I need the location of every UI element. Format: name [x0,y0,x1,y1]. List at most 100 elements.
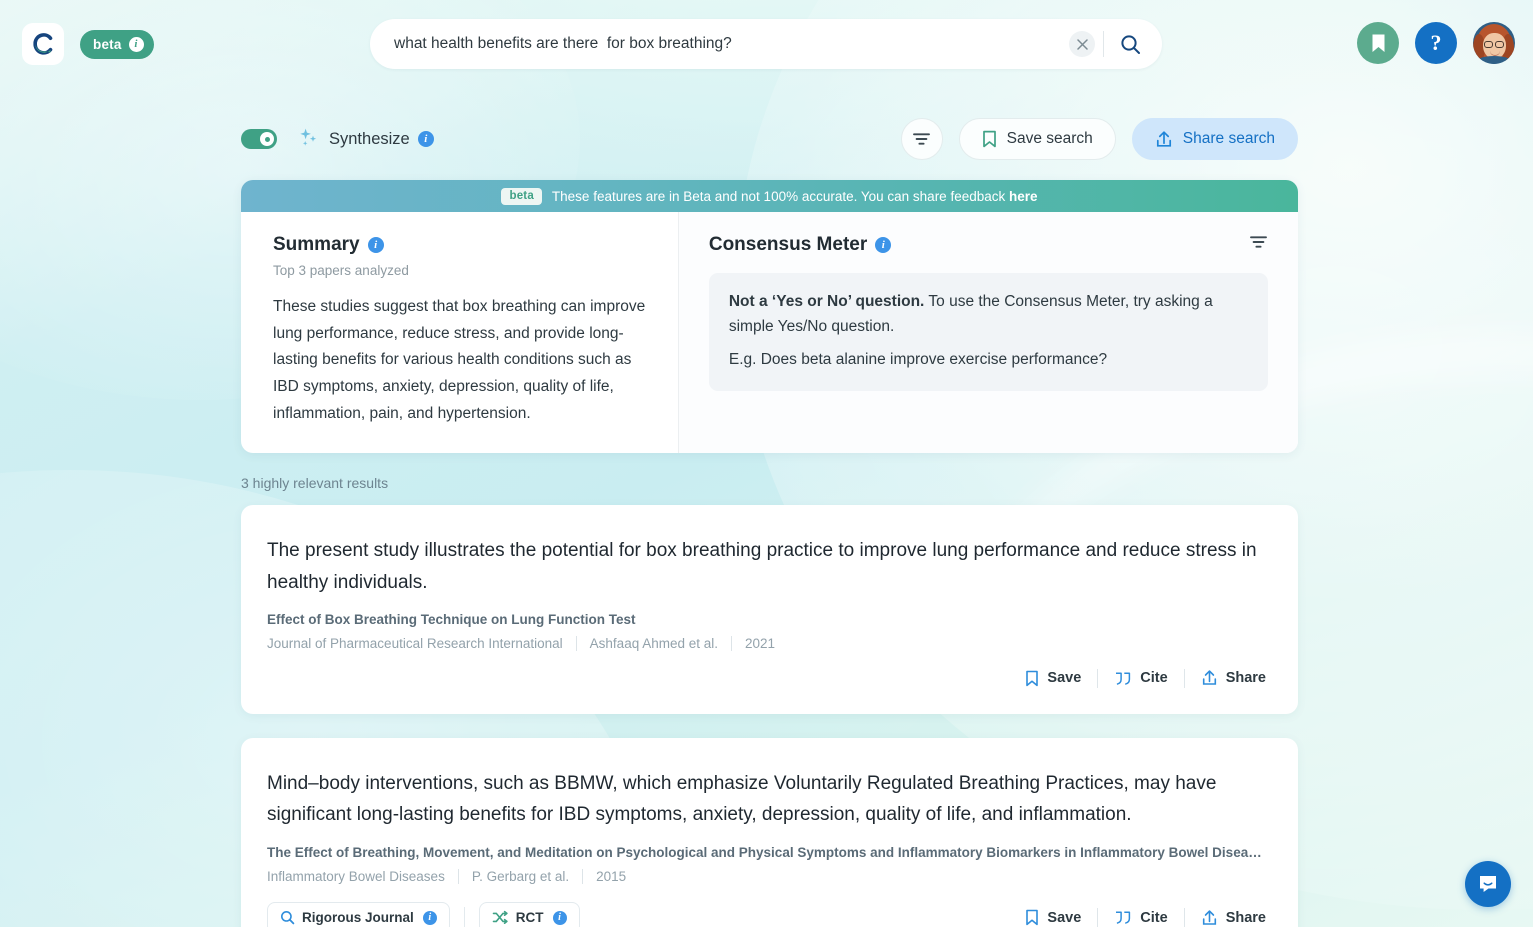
share-icon [1202,909,1216,925]
filter-button[interactable] [900,118,943,160]
filter-icon [913,133,931,145]
cite-result-label: Cite [1140,909,1168,926]
filter-icon [1250,236,1267,248]
shuffle-icon [492,910,508,925]
bookmark-icon [1372,34,1384,52]
summary-title: Summary [273,234,360,255]
beta-badge[interactable]: beta i [80,29,154,59]
badge-rct-label: RCT [515,910,544,926]
share-result-button[interactable]: Share [1201,909,1266,927]
result-authors: Ashfaaq Ahmed et al. [589,635,719,651]
summary-subtitle: Top 3 papers analyzed [273,263,409,278]
banner-feedback-link[interactable]: here [1009,189,1038,204]
share-result-label: Share [1225,909,1266,926]
summary-title-row: Summary i [273,234,648,256]
share-result-button[interactable]: Share [1201,669,1266,687]
result-card[interactable]: Mind–body interventions, such as BBMW, w… [241,737,1298,927]
consensus-logo[interactable] [22,23,64,65]
consensus-c-icon [33,33,53,55]
result-footer: Save Cite Share [267,668,1266,688]
results-count: 3 highly relevant results [241,475,389,492]
result-paper-title[interactable]: The Effect of Breathing, Movement, and M… [267,845,1266,860]
badge-rigorous-journal-label: Rigorous Journal [302,910,414,926]
avatar[interactable] [1473,22,1515,64]
summary-info-icon[interactable]: i [367,237,384,253]
chat-bubble-icon [1480,876,1496,892]
cite-result-button[interactable]: Cite [1114,670,1168,687]
result-journal: Journal of Pharmaceutical Research Inter… [267,635,563,651]
badge-rct[interactable]: RCT i [478,901,580,927]
synthesize-panel: beta These features are in Beta and not … [241,180,1298,454]
result-footer: Rigorous Journal i RCT i Save Cite Share [267,901,1266,927]
consensus-meter-info-icon[interactable]: i [875,237,892,253]
consensus-meter-title-row: Consensus Meter i [709,234,1268,256]
synthesize-info-icon[interactable]: i [417,131,434,147]
quote-icon [1116,672,1131,685]
meta-divider [575,635,577,651]
share-icon [1156,130,1171,147]
banner-text: These features are in Beta and not 100% … [552,189,1038,204]
result-meta: Journal of Pharmaceutical Research Inter… [267,635,1266,651]
share-search-button[interactable]: Share search [1131,118,1298,160]
synthesize-toggle[interactable] [241,129,277,149]
search-bar[interactable] [370,19,1162,69]
share-icon [1202,670,1216,686]
avatar-shoulders [1475,56,1513,64]
badge-rigorous-journal[interactable]: Rigorous Journal i [267,901,450,927]
result-actions: Save Cite Share [1025,668,1266,688]
save-result-label: Save [1047,670,1082,687]
help-button[interactable]: ? [1415,22,1457,64]
quote-icon [1116,911,1131,925]
result-actions: Save Cite Share [1025,908,1266,927]
clear-search-button[interactable] [1069,31,1095,57]
banner-message: These features are in Beta and not 100% … [551,188,1009,204]
result-paper-title[interactable]: Effect of Box Breathing Technique on Lun… [267,612,1266,627]
app-root: beta i what health benefits are there fo… [0,0,1533,927]
consensus-meter-panel: Consensus Meter i Not a ‘Yes or No’ ques… [678,212,1298,454]
save-result-label: Save [1047,909,1082,926]
banner-beta-chip: beta [501,187,542,205]
panel-body: Summary i Top 3 papers analyzed These st… [241,212,1298,454]
consensus-meter-filter-button[interactable] [1249,234,1268,256]
bookmarks-button[interactable] [1357,22,1399,64]
result-claim: Mind–body interventions, such as BBMW, w… [267,772,1217,826]
consensus-meter-title: Consensus Meter [708,234,868,255]
consensus-meter-notice-bold: Not a ‘Yes or No’ question. [728,293,925,310]
header-actions: ? [1357,22,1515,64]
magnifier-icon [281,911,295,925]
app-header: beta i what health benefits are there fo… [0,0,1533,88]
results-toolbar: Synthesize i Save search Share search [241,116,1298,162]
result-year: 2021 [745,635,776,651]
info-icon[interactable]: i [552,910,567,925]
support-chat-button[interactable] [1465,861,1511,907]
consensus-meter-notice-line: Not a ‘Yes or No’ question. To use the C… [729,290,1248,340]
action-divider [1183,908,1185,927]
search-input[interactable] [394,19,1069,69]
cite-result-button[interactable]: Cite [1114,909,1168,926]
save-result-button[interactable]: Save [1025,909,1081,926]
beta-banner: beta These features are in Beta and not … [241,180,1298,212]
badge-divider [463,906,465,927]
bookmark-icon [1026,670,1039,687]
info-icon[interactable]: i [128,36,144,52]
info-icon[interactable]: i [422,910,437,925]
synthesize-label: Synthesize [329,129,410,148]
cite-result-label: Cite [1140,670,1168,687]
meta-divider [582,868,584,884]
result-journal: Inflammatory Bowel Diseases [267,868,445,884]
share-search-label: Share search [1182,130,1275,147]
close-icon [1076,38,1088,50]
bookmark-icon [982,130,996,148]
meta-divider [731,635,733,651]
search-icon [1120,34,1140,54]
share-result-label: Share [1225,670,1266,687]
result-card[interactable]: The present study illustrates the potent… [241,505,1298,714]
beta-badge-label: beta [93,36,122,52]
save-search-label: Save search [1006,130,1093,147]
summary-body: These studies suggest that box breathing… [273,298,646,422]
save-search-button[interactable]: Save search [958,118,1116,160]
result-badges: Rigorous Journal i RCT i [267,901,580,927]
search-submit-button[interactable] [1104,22,1156,66]
save-result-button[interactable]: Save [1025,670,1081,687]
result-authors: P. Gerbarg et al. [471,868,570,884]
